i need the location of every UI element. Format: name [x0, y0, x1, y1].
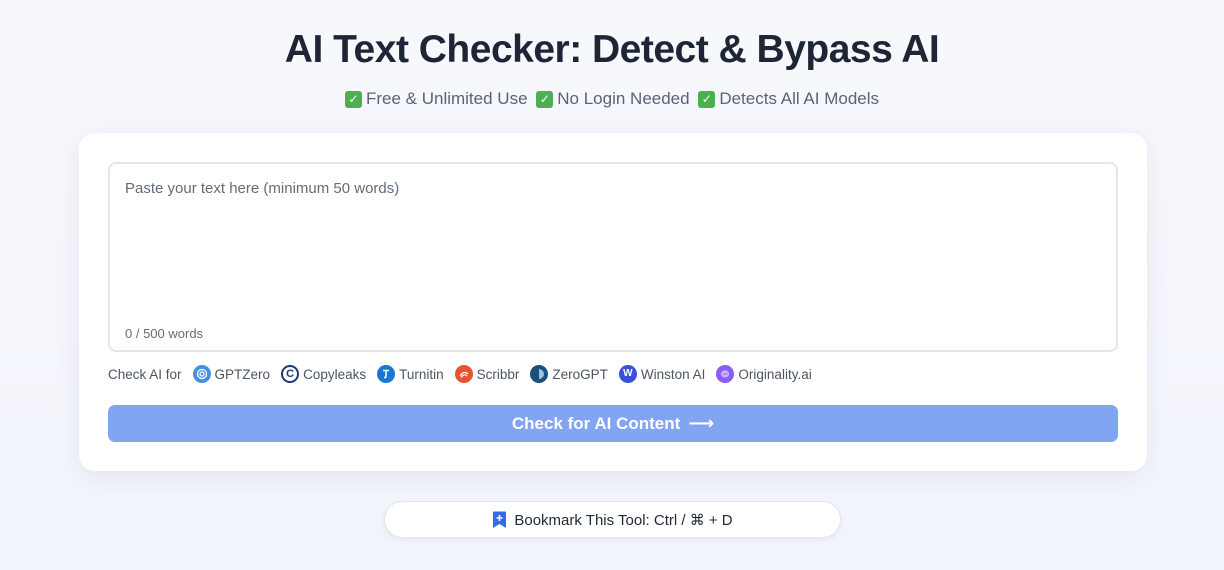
feature-label: Free & Unlimited Use [365, 89, 528, 108]
word-count: 0 / 500 words [125, 326, 204, 341]
bookmark-icon [492, 511, 507, 529]
scribbr-icon [454, 365, 473, 383]
detector-scribbr: Scribbr [454, 365, 520, 383]
detector-label: GPTZero [214, 366, 271, 382]
feature-item: ✓ Free & Unlimited Use [344, 89, 528, 109]
check-mark-icon: ✓ [698, 90, 716, 108]
bookmark-label: Bookmark This Tool: Ctrl / ⌘ + D [514, 511, 733, 529]
detector-winston: W Winston AI [618, 365, 706, 383]
detector-copyleaks: C Copyleaks [281, 365, 366, 383]
detector-label: Scribbr [476, 366, 520, 382]
feature-label: Detects All AI Models [719, 89, 880, 108]
detector-list-label: Check AI for [108, 366, 182, 382]
check-button-label: Check for AI Content [511, 413, 681, 433]
turnitin-icon [377, 365, 396, 383]
detector-gptzero: GPTZero [192, 365, 271, 383]
text-input-container: 0 / 500 words [108, 162, 1118, 352]
detector-originality: Originality.ai [716, 365, 812, 383]
gptzero-icon [192, 365, 211, 383]
detector-list: Check AI for GPTZero C Copyleaks Turniti… [108, 364, 823, 384]
originality-icon [716, 365, 735, 383]
feature-item: ✓ Detects All AI Models [698, 89, 879, 109]
text-input[interactable] [110, 164, 1116, 314]
feature-list: ✓ Free & Unlimited Use ✓ No Login Needed… [0, 88, 1224, 109]
detector-label: Copyleaks [303, 366, 367, 382]
copyleaks-icon: C [281, 365, 300, 383]
detector-label: Winston AI [640, 366, 706, 382]
check-ai-content-button[interactable]: Check for AI Content ⟶ [108, 405, 1118, 442]
page: AI Text Checker: Detect & Bypass AI ✓ Fr… [0, 0, 1224, 570]
bookmark-tool-pill[interactable]: Bookmark This Tool: Ctrl / ⌘ + D [384, 501, 841, 538]
feature-label: No Login Needed [557, 89, 690, 108]
zerogpt-icon [530, 365, 549, 383]
detector-turnitin: Turnitin [377, 365, 444, 383]
detector-label: Turnitin [399, 366, 444, 382]
detector-label: ZeroGPT [552, 366, 608, 382]
arrow-right-icon: ⟶ [688, 413, 715, 433]
page-title: AI Text Checker: Detect & Bypass AI [284, 28, 940, 71]
detector-zerogpt: ZeroGPT [530, 365, 608, 383]
detector-label: Originality.ai [738, 366, 812, 382]
check-mark-icon: ✓ [344, 90, 362, 108]
feature-item: ✓ No Login Needed [536, 89, 690, 109]
check-mark-icon: ✓ [536, 90, 554, 108]
winston-icon: W [618, 365, 637, 383]
checker-card: 0 / 500 words Check AI for GPTZero C Cop… [79, 133, 1147, 471]
